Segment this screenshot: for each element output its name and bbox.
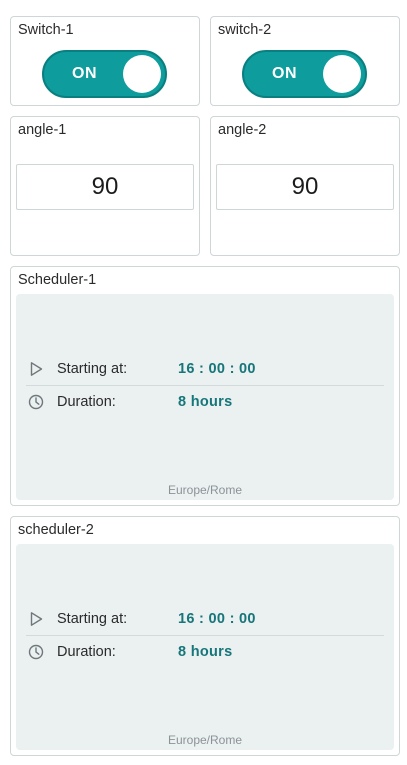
scheduler-2-panel[interactable]: Starting at: 16 : 00 : 00 Duration: 8 ho… (16, 544, 394, 750)
angle-1-title: angle-1 (18, 122, 67, 138)
scheduler-1-duration-row: Duration: 8 hours (26, 386, 384, 418)
play-icon (30, 362, 43, 376)
angle-1-value[interactable]: 90 (16, 164, 194, 210)
scheduler-1-panel[interactable]: Starting at: 16 : 00 : 00 Duration: 8 ho… (16, 294, 394, 500)
scheduler-2-title: scheduler-2 (18, 522, 94, 538)
switch-2-toggle[interactable]: ON (242, 50, 367, 98)
scheduler-1-timezone: Europe/Rome (167, 483, 243, 497)
switch-1-toggle[interactable]: ON (42, 50, 167, 98)
scheduler-2-timezone: Europe/Rome (167, 733, 243, 747)
switch-2-title: switch-2 (218, 22, 272, 38)
scheduler-1-widget: Scheduler-1 Starting at: 16 : 00 : 00 Du… (10, 266, 400, 506)
switch-1-widget: Switch-1 ON (10, 16, 200, 106)
play-icon (30, 612, 43, 626)
angle-2-title: angle-2 (218, 122, 267, 138)
clock-icon (28, 644, 44, 660)
switch-2-state: ON (272, 65, 297, 82)
scheduler-2-duration-row: Duration: 8 hours (26, 636, 384, 668)
switch-1-knob (123, 55, 161, 93)
scheduler-1-start-row: Starting at: 16 : 00 : 00 (26, 353, 384, 386)
switch-2-knob (323, 55, 361, 93)
scheduler-2-start-label: Starting at: (57, 611, 128, 627)
clock-icon (28, 394, 44, 410)
scheduler-1-start-value: 16 : 00 : 00 (178, 361, 256, 377)
angle-2-value[interactable]: 90 (216, 164, 394, 210)
scheduler-2-widget: scheduler-2 Starting at: 16 : 00 : 00 Du… (10, 516, 400, 756)
switch-1-state: ON (72, 65, 97, 82)
scheduler-1-title: Scheduler-1 (18, 272, 97, 288)
scheduler-2-duration-value: 8 hours (178, 644, 233, 660)
switch-1-title: Switch-1 (18, 22, 74, 38)
scheduler-2-start-value: 16 : 00 : 00 (178, 611, 256, 627)
angle-2-widget: angle-2 90 (210, 116, 400, 256)
scheduler-1-start-label: Starting at: (57, 361, 128, 377)
scheduler-1-duration-label: Duration: (57, 394, 116, 410)
scheduler-2-start-row: Starting at: 16 : 00 : 00 (26, 603, 384, 636)
scheduler-1-duration-value: 8 hours (178, 394, 233, 410)
scheduler-2-duration-label: Duration: (57, 644, 116, 660)
switch-2-widget: switch-2 ON (210, 16, 400, 106)
angle-1-widget: angle-1 90 (10, 116, 200, 256)
